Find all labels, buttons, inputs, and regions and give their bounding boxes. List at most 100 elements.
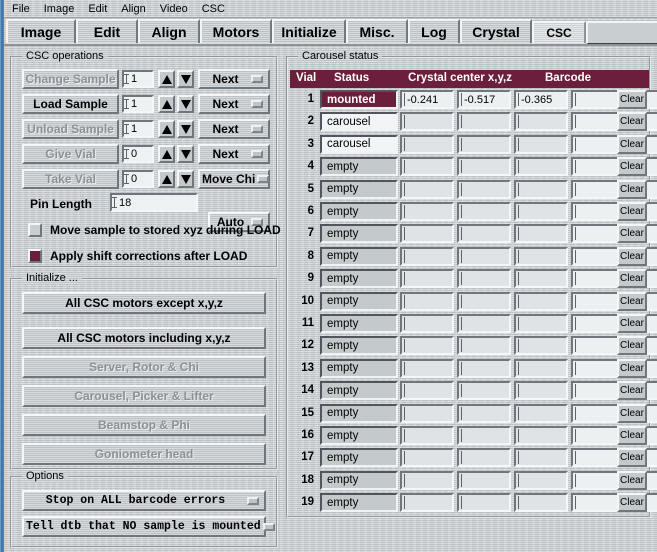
crystal-center-y-input[interactable] [457,359,511,378]
clear-button[interactable]: Clear [617,292,647,311]
vial-status-field[interactable]: mounted [320,90,398,109]
tab-initialize[interactable]: Initialize [272,19,346,43]
menu-item-edit[interactable]: Edit [88,3,107,15]
crystal-center-y-input[interactable] [457,135,511,154]
tab-log[interactable]: Log [408,19,460,43]
vial-status-field[interactable]: empty [320,314,398,333]
crystal-center-z-input[interactable] [514,135,568,154]
vial-status-field[interactable]: empty [320,359,398,378]
initialize-button-3[interactable]: Carousel, Picker & Lifter [22,385,266,407]
crystal-center-y-input[interactable] [457,426,511,445]
crystal-center-z-input[interactable] [514,202,568,221]
pin-length-input[interactable]: 18 [110,193,198,212]
crystal-center-y-input[interactable]: -0.517 [457,90,511,109]
crystal-center-z-input[interactable] [514,247,568,266]
tab-crystal[interactable]: Crystal [460,19,532,43]
crystal-center-y-input[interactable] [457,157,511,176]
give-vial-decrement-button[interactable] [177,145,194,163]
vial-status-field[interactable]: empty [320,381,398,400]
vial-status-field[interactable]: empty [320,336,398,355]
crystal-center-y-input[interactable] [457,292,511,311]
take-vial-action-menu[interactable]: Move Chi [198,169,270,189]
crystal-center-z-input[interactable] [514,493,568,512]
vial-status-field[interactable]: empty [320,493,398,512]
crystal-center-x-input[interactable]: -0.241 [400,90,454,109]
tab-csc[interactable]: CSC [532,21,586,43]
take-vial-value-input[interactable]: 0 [122,170,154,188]
crystal-center-z-input[interactable] [514,471,568,490]
unload-sample-decrement-button[interactable] [177,120,194,138]
crystal-center-x-input[interactable] [400,359,454,378]
menu-item-image[interactable]: Image [44,3,75,15]
unload-sample-increment-button[interactable] [158,120,175,138]
crystal-center-z-input[interactable] [514,314,568,333]
vial-status-field[interactable]: empty [320,426,398,445]
give-vial-button[interactable]: Give Vial [22,144,119,164]
change-sample-increment-button[interactable] [158,70,175,88]
take-vial-button[interactable]: Take Vial [22,169,119,189]
crystal-center-z-input[interactable] [514,336,568,355]
crystal-center-z-input[interactable] [514,180,568,199]
move-sample-checkbox-row[interactable]: Move sample to stored xyz during LOAD [28,223,281,237]
menu-item-csc[interactable]: CSC [202,3,225,15]
crystal-center-x-input[interactable] [400,336,454,355]
clear-button[interactable]: Clear [617,471,647,490]
vial-status-field[interactable]: empty [320,202,398,221]
clear-button[interactable]: Clear [617,135,647,154]
crystal-center-y-input[interactable] [457,493,511,512]
vial-status-field[interactable]: carousel [320,112,398,131]
crystal-center-x-input[interactable] [400,112,454,131]
give-vial-action-menu[interactable]: Next [198,144,270,164]
crystal-center-y-input[interactable] [457,247,511,266]
clear-button[interactable]: Clear [617,247,647,266]
initialize-button-1[interactable]: All CSC motors including x,y,z [22,327,266,349]
crystal-center-x-input[interactable] [400,269,454,288]
load-sample-action-menu[interactable]: Next [198,94,270,114]
crystal-center-y-input[interactable] [457,471,511,490]
crystal-center-z-input[interactable] [514,112,568,131]
crystal-center-x-input[interactable] [400,404,454,423]
give-vial-value-input[interactable]: 0 [122,145,154,163]
tab-misc[interactable]: Misc. [346,19,408,43]
crystal-center-x-input[interactable] [400,157,454,176]
crystal-center-z-input[interactable] [514,292,568,311]
tab-align[interactable]: Align [138,19,200,43]
tab-motors[interactable]: Motors [200,19,272,43]
crystal-center-x-input[interactable] [400,471,454,490]
crystal-center-x-input[interactable] [400,292,454,311]
load-sample-value-input[interactable]: 1 [122,95,154,113]
load-sample-increment-button[interactable] [158,95,175,113]
crystal-center-x-input[interactable] [400,247,454,266]
crystal-center-z-input[interactable] [514,359,568,378]
option-menu-0[interactable]: Stop on ALL barcode errors [22,490,266,511]
clear-button[interactable]: Clear [617,202,647,221]
crystal-center-y-input[interactable] [457,269,511,288]
vial-status-field[interactable]: empty [320,269,398,288]
crystal-center-y-input[interactable] [457,224,511,243]
take-vial-increment-button[interactable] [158,170,175,188]
crystal-center-x-input[interactable] [400,135,454,154]
crystal-center-z-input[interactable] [514,269,568,288]
crystal-center-y-input[interactable] [457,314,511,333]
crystal-center-y-input[interactable] [457,336,511,355]
crystal-center-z-input[interactable]: -0.365 [514,90,568,109]
vial-status-field[interactable]: empty [320,247,398,266]
crystal-center-y-input[interactable] [457,381,511,400]
crystal-center-z-input[interactable] [514,224,568,243]
menu-item-align[interactable]: Align [121,3,145,15]
menu-item-video[interactable]: Video [160,3,188,15]
clear-button[interactable]: Clear [617,224,647,243]
crystal-center-x-input[interactable] [400,381,454,400]
change-sample-value-input[interactable]: 1 [122,70,154,88]
unload-sample-action-menu[interactable]: Next [198,119,270,139]
vial-status-field[interactable]: empty [320,448,398,467]
tab-edit[interactable]: Edit [76,19,138,43]
clear-button[interactable]: Clear [617,157,647,176]
crystal-center-y-input[interactable] [457,180,511,199]
vial-status-field[interactable]: empty [320,224,398,243]
initialize-button-4[interactable]: Beamstop & Phi [22,414,266,436]
apply-shift-checkbox[interactable] [28,249,42,263]
crystal-center-z-input[interactable] [514,157,568,176]
vial-status-field[interactable]: empty [320,404,398,423]
crystal-center-y-input[interactable] [457,112,511,131]
